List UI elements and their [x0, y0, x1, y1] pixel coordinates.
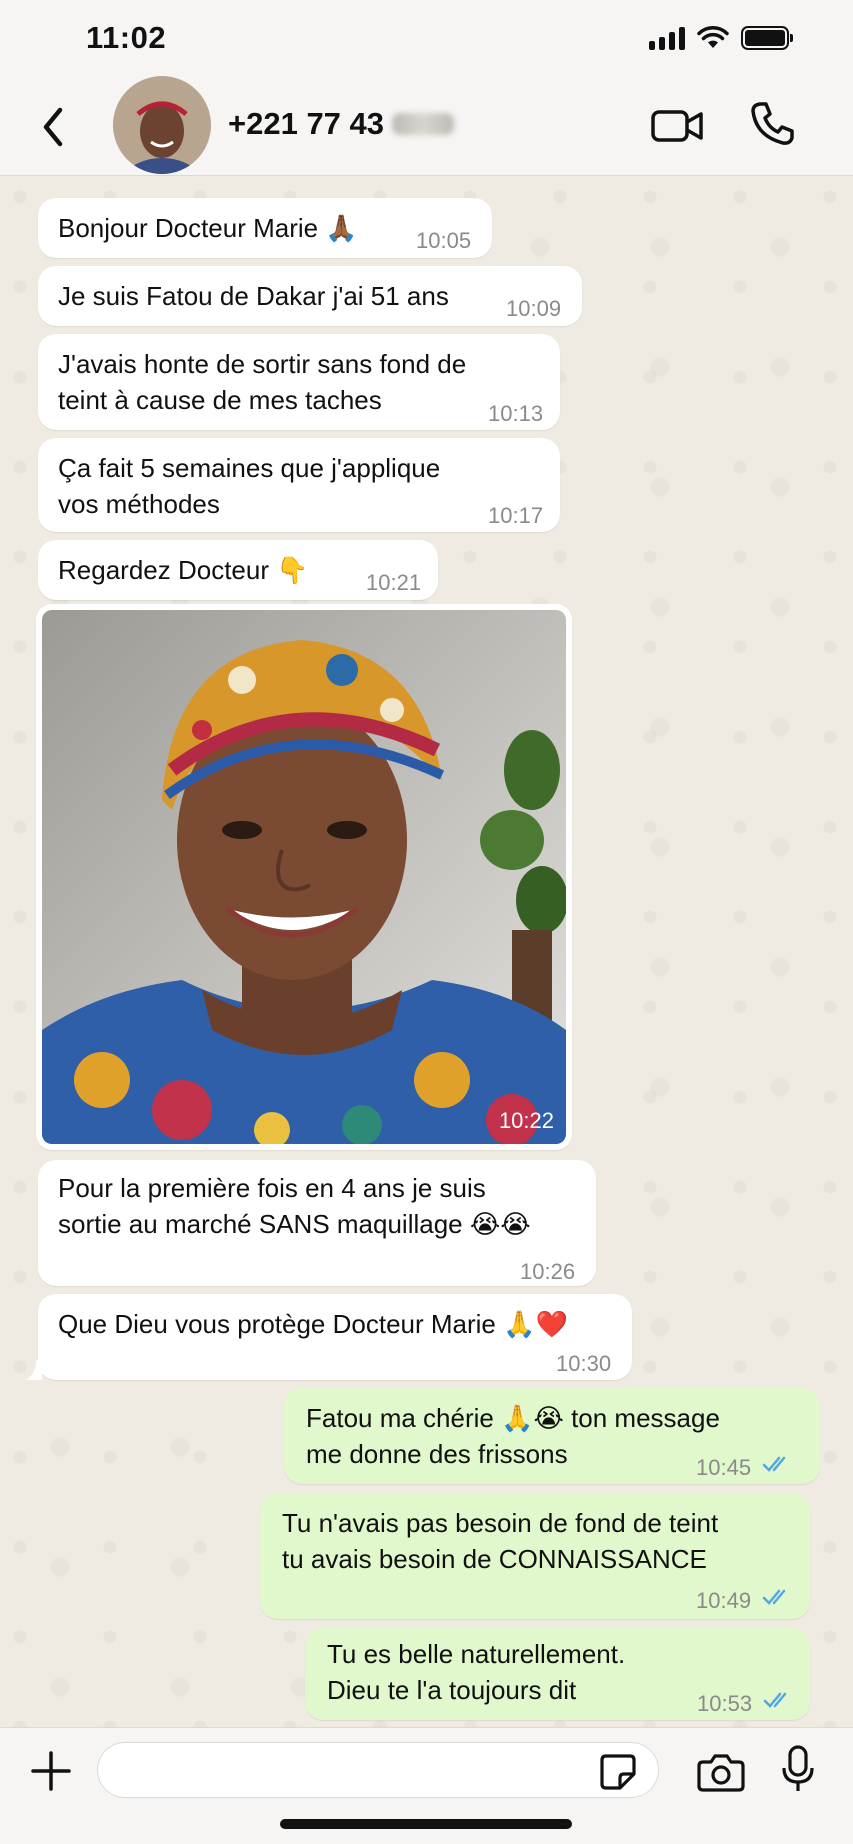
read-ticks-icon	[762, 1456, 786, 1472]
signal-icon	[649, 26, 685, 50]
battery-icon	[741, 26, 793, 50]
message-text: Fatou ma chérie 🙏😭 ton message me donne …	[306, 1403, 720, 1469]
message-time: 10:21	[366, 570, 422, 595]
message-time: 10:09	[506, 296, 562, 321]
chat-header: +221 77 43	[0, 76, 853, 176]
read-ticks-icon	[763, 1692, 787, 1708]
message-bubble[interactable]: Que Dieu vous protège Docteur Marie 🙏❤️ …	[38, 1294, 632, 1380]
message-time: 10:05	[416, 228, 472, 253]
message-time: 10:17	[488, 503, 544, 528]
blurred-digits	[392, 113, 455, 135]
message-bubble[interactable]: Tu es belle naturellement. Dieu te l'a t…	[305, 1628, 810, 1720]
message-text: Tu es belle naturellement. Dieu te l'a t…	[327, 1639, 626, 1705]
message-time: 10:45	[696, 1455, 752, 1480]
message-bubble[interactable]: J'avais honte de sortir sans fond de tei…	[38, 334, 560, 430]
contact-avatar[interactable]	[113, 76, 211, 174]
bubble-tail	[26, 1360, 42, 1380]
microphone-icon[interactable]	[782, 1744, 814, 1794]
message-bubble[interactable]: Regardez Docteur 👇 10:21	[38, 540, 438, 600]
message-time: 10:30	[556, 1351, 612, 1376]
wifi-icon	[697, 26, 729, 48]
sticker-icon[interactable]	[598, 1752, 638, 1792]
message-bubble[interactable]: Bonjour Docteur Marie 🙏🏾 10:05	[38, 198, 492, 258]
plus-icon[interactable]	[30, 1750, 72, 1792]
message-time: 10:26	[520, 1259, 576, 1284]
photo-image[interactable]: 10:22	[42, 610, 566, 1144]
message-time: 10:49	[696, 1588, 752, 1613]
phone-icon[interactable]	[748, 98, 796, 148]
message-text: Bonjour Docteur Marie 🙏🏾	[58, 213, 358, 243]
read-ticks-icon	[762, 1589, 786, 1605]
status-icons	[649, 26, 793, 50]
message-text: Tu n'avais pas besoin de fond de teint t…	[282, 1508, 719, 1574]
photo-message[interactable]: 10:22	[36, 604, 572, 1150]
message-input-bar	[0, 1727, 853, 1844]
message-text: J'avais honte de sortir sans fond de tei…	[58, 349, 467, 415]
status-bar: 11:02	[0, 0, 853, 78]
contact-number-text: +221 77 43	[228, 106, 385, 141]
back-icon[interactable]	[34, 102, 74, 152]
message-bubble[interactable]: Fatou ma chérie 🙏😭 ton message me donne …	[284, 1388, 820, 1484]
message-text: Ça fait 5 semaines que j'applique vos mé…	[58, 453, 441, 519]
message-text: Je suis Fatou de Dakar j'ai 51 ans	[58, 281, 449, 311]
camera-icon[interactable]	[697, 1752, 745, 1792]
message-text: Regardez Docteur 👇	[58, 555, 309, 585]
message-bubble[interactable]: Ça fait 5 semaines que j'applique vos mé…	[38, 438, 560, 532]
home-indicator	[280, 1819, 572, 1829]
photo-time: 10:22	[498, 1108, 554, 1133]
video-call-icon[interactable]	[650, 102, 706, 150]
message-text: Pour la première fois en 4 ans je suis s…	[58, 1173, 531, 1239]
chat-area[interactable]: Bonjour Docteur Marie 🙏🏾 10:05 Je suis F…	[0, 177, 853, 1727]
message-input[interactable]	[97, 1742, 659, 1798]
message-time: 10:13	[488, 401, 544, 426]
contact-name[interactable]: +221 77 43	[228, 106, 455, 142]
status-time: 11:02	[86, 20, 167, 55]
message-text: Que Dieu vous protège Docteur Marie 🙏❤️	[58, 1309, 568, 1339]
message-bubble[interactable]: Je suis Fatou de Dakar j'ai 51 ans 10:09	[38, 266, 582, 326]
message-time: 10:53	[697, 1691, 753, 1716]
message-bubble[interactable]: Pour la première fois en 4 ans je suis s…	[38, 1160, 596, 1286]
message-bubble[interactable]: Tu n'avais pas besoin de fond de teint t…	[260, 1493, 810, 1619]
